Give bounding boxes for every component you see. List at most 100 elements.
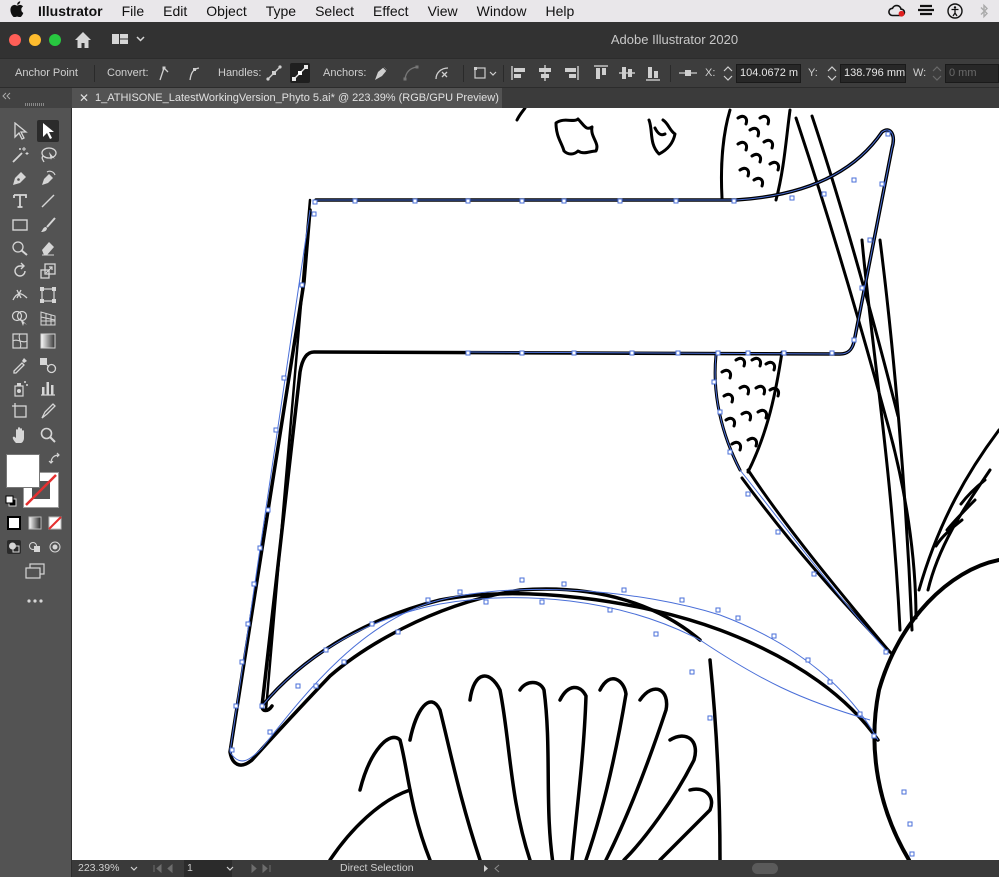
control-bar-mode-label: Anchor Point [15,67,78,79]
hide-handles-icon[interactable] [290,63,310,83]
y-coordinate-input[interactable]: 138.796 mm [840,64,906,83]
x-coordinate-input[interactable]: 104.0672 m [736,64,801,83]
menu-edit[interactable]: Edit [154,0,197,22]
symbol-sprayer-tool-icon[interactable] [9,377,31,399]
artboard-dropdown-chevron-icon[interactable] [224,860,236,877]
current-tool-name: Direct Selection [340,862,414,874]
draw-inside-icon[interactable] [44,536,66,558]
y-label: Y: [808,67,818,79]
perspective-grid-tool-icon[interactable] [37,307,59,329]
selection-tool-icon[interactable] [9,120,31,142]
menu-app-illustrator[interactable]: Illustrator [34,0,112,22]
eyedropper-tool-icon[interactable] [9,354,31,376]
artwork[interactable] [72,108,999,860]
menu-select[interactable]: Select [306,0,364,22]
rotate-tool-icon[interactable] [9,260,31,282]
convert-to-smooth-icon[interactable] [184,63,204,83]
type-tool-icon[interactable] [9,190,31,212]
document-tab[interactable]: ✕ 1_ATHISONE_LatestWorkingVersion_Phyto … [72,88,502,108]
window-title-bar: Adobe Illustrator 2020 [0,22,999,58]
scale-tool-icon[interactable] [37,260,59,282]
apple-icon[interactable] [0,1,34,21]
horizontal-scroll-thumb[interactable] [752,863,778,874]
menu-object[interactable]: Object [197,0,256,22]
free-transform-tool-icon[interactable] [37,284,59,306]
window-title: Adobe Illustrator 2020 [610,32,739,47]
accessibility-icon[interactable] [946,3,964,19]
align-vertical-center-icon[interactable] [617,63,637,83]
menu-window[interactable]: Window [467,0,536,22]
status-bar: 223.39% 1 Direct Selection [72,860,999,877]
reference-point-icon[interactable] [676,63,700,83]
artwork-bottom-flower [328,658,722,860]
line-segment-tool-icon[interactable] [37,190,59,212]
gradient-tool-icon[interactable] [37,330,59,352]
menu-effect[interactable]: Effect [364,0,419,22]
document-tab-bar: ✕ 1_ATHISONE_LatestWorkingVersion_Phyto … [72,88,999,108]
width-input[interactable]: 0 mm [945,64,999,83]
default-fill-stroke-icon[interactable] [5,494,17,507]
document-tab-title: 1_ATHISONE_LatestWorkingVersion_Phyto 5.… [95,92,499,104]
first-previous-artboard-icon[interactable] [150,860,180,877]
menu-file[interactable]: File [112,0,154,22]
cut-path-icon[interactable] [432,63,452,83]
fill-swatch[interactable] [6,454,40,488]
eraser-tool-icon[interactable] [37,237,59,259]
zoom-dropdown-chevron-icon[interactable] [128,860,140,877]
align-horizontal-center-icon[interactable] [535,63,555,83]
menu-bar-status-icons [888,0,993,22]
macos-menu-bar: Illustrator File Edit Object Type Select… [0,0,999,22]
stack-menu-icon[interactable] [917,3,935,19]
swap-fill-stroke-icon[interactable] [48,452,62,466]
align-bottom-icon[interactable] [643,63,663,83]
color-mode-icon[interactable] [3,512,25,534]
artboard-canvas[interactable] [72,108,999,860]
artwork-top-flowers [515,108,677,156]
shape-builder-tool-icon[interactable] [9,307,31,329]
column-graph-tool-icon[interactable] [37,377,59,399]
zoom-level[interactable]: 223.39% [78,860,119,877]
screen-mode-icon[interactable] [24,560,46,582]
menu-view[interactable]: View [418,0,467,22]
bluetooth-icon[interactable] [975,3,993,19]
draw-normal-icon[interactable] [3,536,25,558]
status-arrows-icon[interactable] [480,860,504,877]
close-tab-icon[interactable]: ✕ [79,88,89,108]
hand-tool-icon[interactable] [9,424,31,446]
artwork-banner-pole [264,198,312,712]
next-last-artboard-icon[interactable] [244,860,274,877]
gradient-mode-icon[interactable] [24,512,46,534]
mesh-tool-icon[interactable] [9,330,31,352]
width-tool-icon[interactable] [9,284,31,306]
show-handles-icon[interactable] [264,63,284,83]
convert-to-corner-icon[interactable] [154,63,174,83]
blend-tool-icon[interactable] [37,354,59,376]
edit-toolbar-more-icon[interactable] [24,590,46,612]
align-top-icon[interactable] [591,63,611,83]
toolbar-collapse-strip[interactable] [0,88,72,108]
lasso-tool-icon[interactable] [37,144,59,166]
draw-behind-icon[interactable] [24,536,46,558]
zoom-tool-icon[interactable] [37,424,59,446]
y-stepper-icon[interactable] [826,64,838,83]
x-stepper-icon[interactable] [722,64,734,83]
menu-type[interactable]: Type [256,0,305,22]
pen-tool-icon[interactable] [9,167,31,189]
none-mode-icon[interactable] [44,512,66,534]
isolate-selection-icon[interactable] [473,63,499,83]
curvature-tool-icon[interactable] [37,167,59,189]
w-stepper-icon[interactable] [931,64,943,83]
creative-cloud-icon[interactable] [888,3,906,19]
artboard-tool-icon[interactable] [9,400,31,422]
menu-help[interactable]: Help [536,0,584,22]
shaper-tool-icon[interactable] [9,237,31,259]
slice-tool-icon[interactable] [37,400,59,422]
remove-anchor-icon[interactable] [371,63,391,83]
paintbrush-tool-icon[interactable] [37,214,59,236]
align-right-icon[interactable] [561,63,581,83]
rectangle-tool-icon[interactable] [9,214,31,236]
direct-selection-tool-icon[interactable] [37,120,59,142]
align-left-icon[interactable] [509,63,529,83]
magic-wand-tool-icon[interactable] [9,144,31,166]
connect-anchors-icon[interactable] [401,63,421,83]
